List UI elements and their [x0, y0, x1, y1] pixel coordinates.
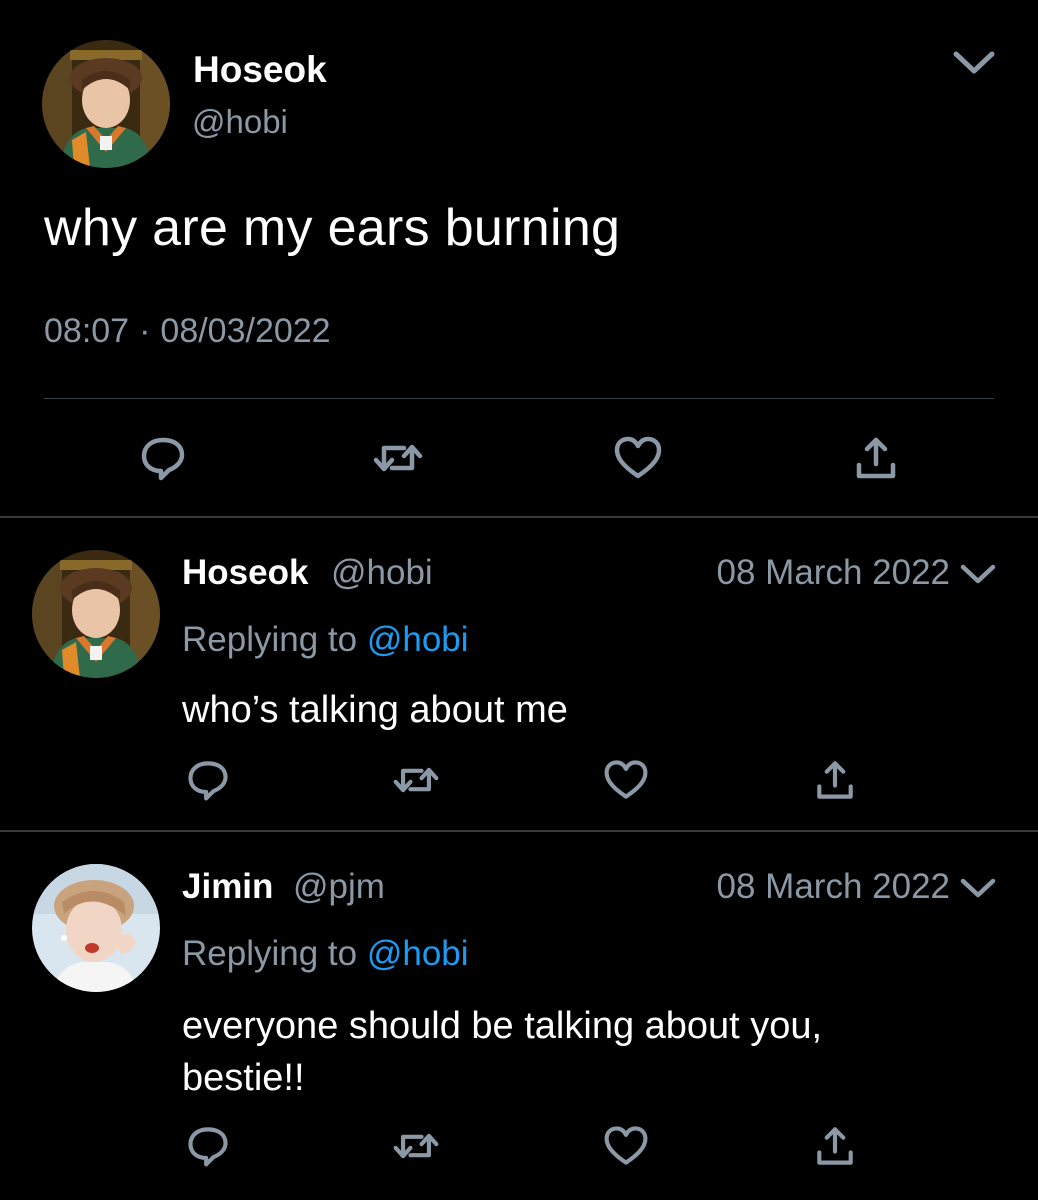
- replying-to: Replying to @hobi: [182, 620, 469, 660]
- like-icon[interactable]: [612, 432, 664, 484]
- avatar[interactable]: [32, 550, 160, 678]
- divider: [44, 398, 994, 399]
- reply-text: who’s talking about me: [182, 689, 568, 731]
- meta-separator: ·: [139, 312, 151, 350]
- author-handle[interactable]: @hobi: [192, 102, 288, 142]
- mention-link[interactable]: @hobi: [367, 620, 469, 659]
- like-icon[interactable]: [602, 1122, 650, 1170]
- replying-to: Replying to @hobi: [182, 934, 469, 974]
- share-icon[interactable]: [850, 432, 902, 484]
- retweet-icon[interactable]: [392, 1122, 440, 1170]
- share-icon[interactable]: [811, 756, 859, 804]
- reply-tweet[interactable]: Jimin @pjm 08 March 2022 Replying to @ho…: [0, 832, 1038, 1200]
- replying-prefix: Replying to: [182, 620, 358, 659]
- author-handle[interactable]: @pjm: [293, 867, 385, 907]
- avatar-hoseok-icon: [32, 550, 160, 678]
- avatar[interactable]: [32, 864, 160, 992]
- chevron-down-icon[interactable]: [958, 558, 998, 590]
- author-name[interactable]: Jimin: [182, 867, 273, 907]
- main-tweet: Hoseok @hobi why are my ears burning 08:…: [0, 0, 1038, 516]
- chevron-down-icon[interactable]: [950, 44, 998, 80]
- tweet-thread: Hoseok @hobi why are my ears burning 08:…: [0, 0, 1038, 1200]
- replying-prefix: Replying to: [182, 934, 358, 973]
- like-icon[interactable]: [602, 756, 650, 804]
- avatar-hoseok-icon: [42, 40, 170, 168]
- avatar[interactable]: [42, 40, 170, 168]
- tweet-time: 08:07: [44, 312, 130, 350]
- reply-text: everyone should be talking about you, be…: [182, 1005, 823, 1099]
- retweet-icon[interactable]: [372, 432, 424, 484]
- reply-icon[interactable]: [184, 1122, 232, 1170]
- share-icon[interactable]: [811, 1122, 859, 1170]
- tweet-timestamp: 08:07 · 08/03/2022: [44, 311, 331, 351]
- avatar-jimin-icon: [32, 864, 160, 992]
- author-name[interactable]: Hoseok: [193, 48, 327, 92]
- chevron-down-icon[interactable]: [958, 872, 998, 904]
- reply-date: 08 March 2022: [716, 867, 950, 906]
- reply-tweet[interactable]: Hoseok @hobi 08 March 2022 Replying to @…: [0, 518, 1038, 830]
- author-name[interactable]: Hoseok: [182, 553, 308, 593]
- reply-icon[interactable]: [184, 756, 232, 804]
- reply-date: 08 March 2022: [716, 553, 950, 592]
- reply-icon[interactable]: [137, 432, 189, 484]
- retweet-icon[interactable]: [392, 756, 440, 804]
- tweet-date: 08/03/2022: [160, 312, 331, 350]
- author-handle[interactable]: @hobi: [331, 553, 433, 593]
- tweet-text: why are my ears burning: [44, 199, 621, 257]
- mention-link[interactable]: @hobi: [367, 934, 469, 973]
